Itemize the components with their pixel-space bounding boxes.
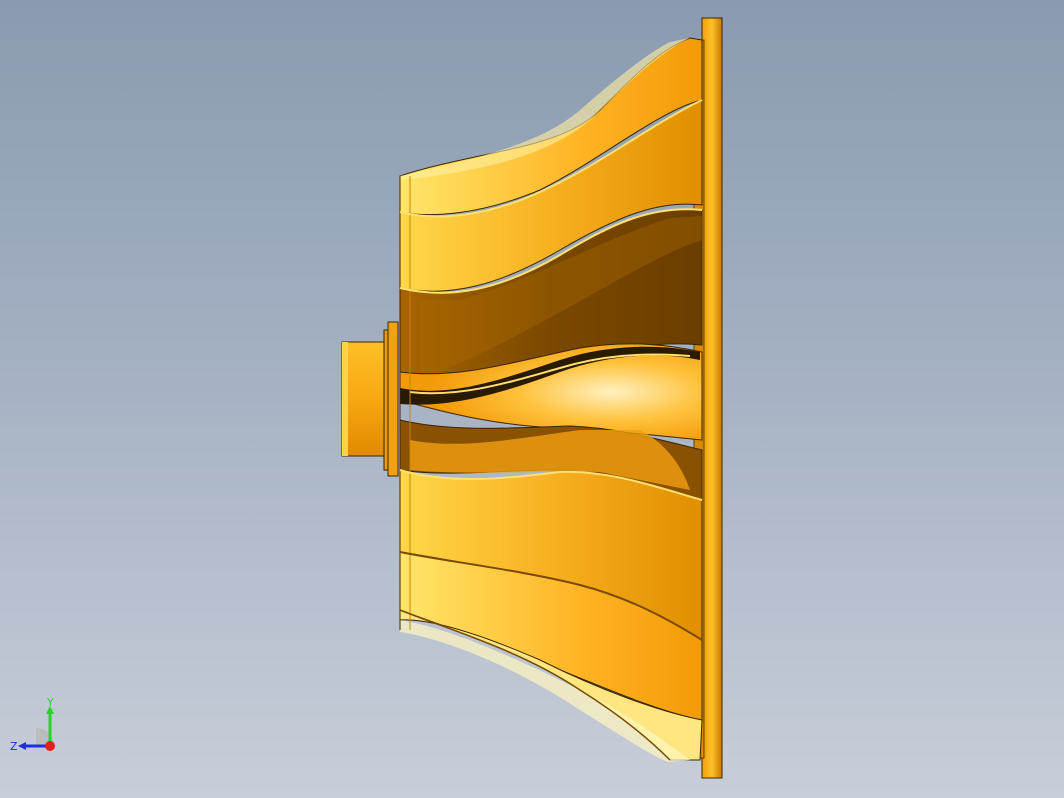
horn-model[interactable] [0,0,1064,798]
z-arrow-icon [18,742,26,750]
x-axis-icon [45,741,55,751]
z-axis-label: Z [10,740,18,753]
y-axis-label: Y [46,698,54,709]
view-orientation-triad[interactable]: Y Z [8,698,68,758]
throat-boss [341,321,399,477]
graphics-viewport[interactable]: Y Z [0,0,1064,798]
horn-body [399,37,703,762]
